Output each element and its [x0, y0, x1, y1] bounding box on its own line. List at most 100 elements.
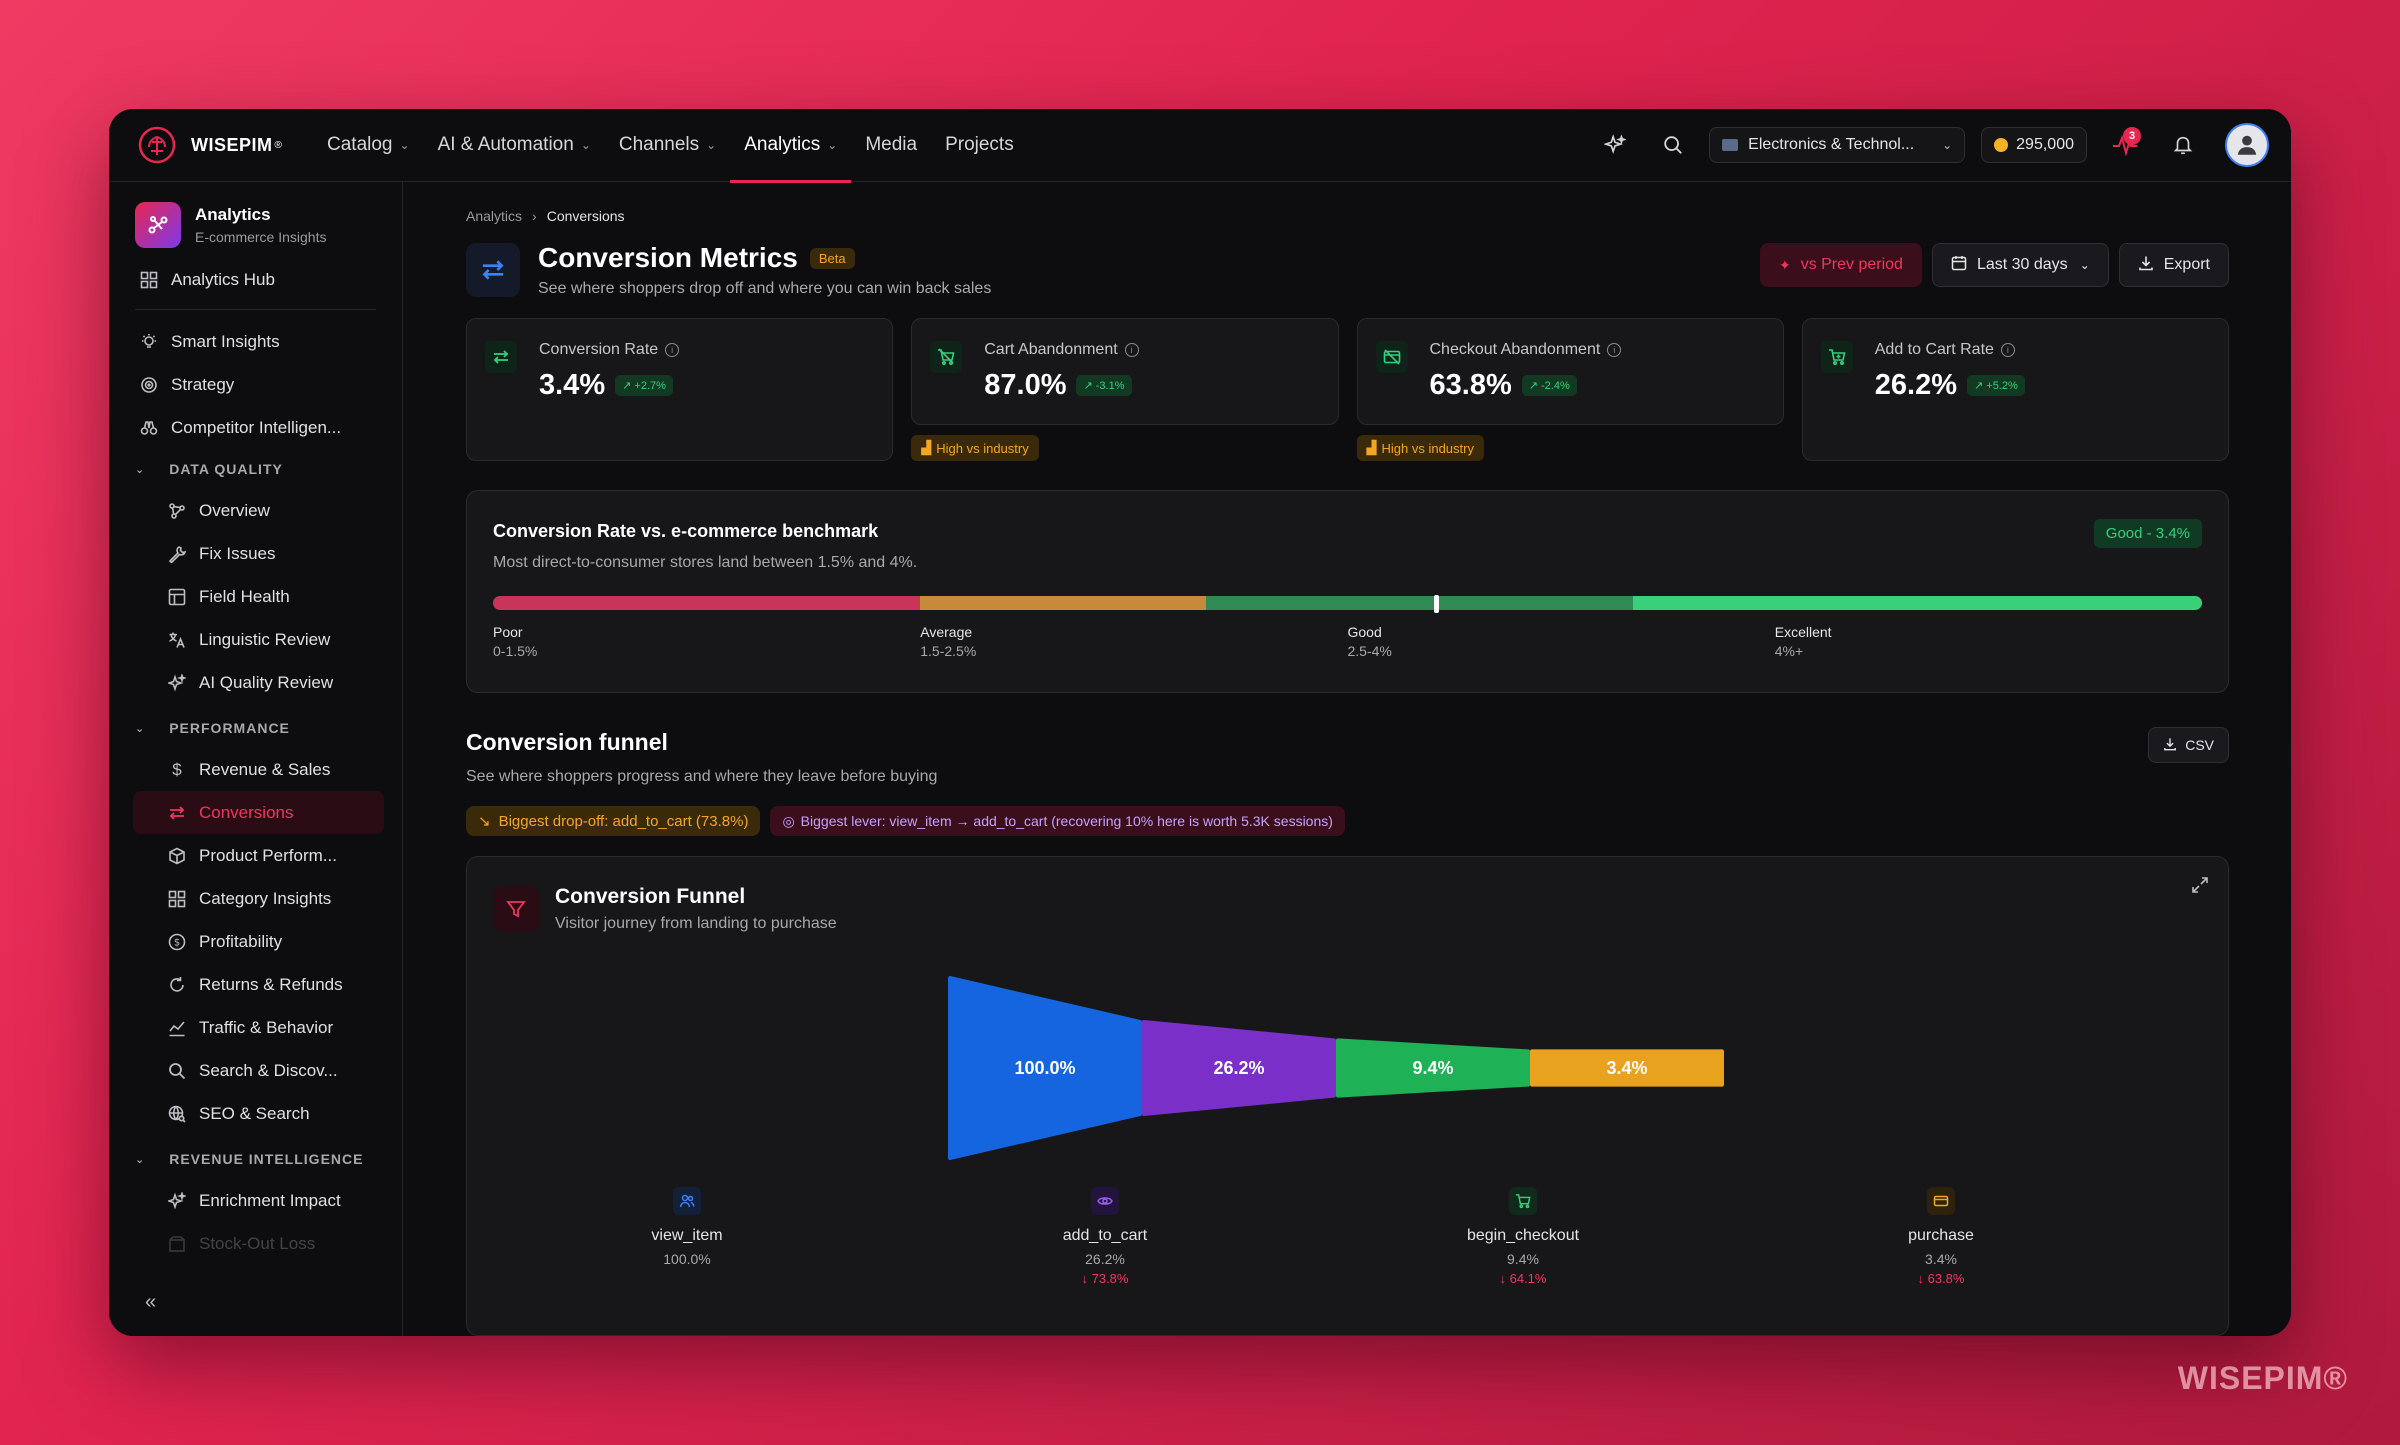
stage-drop: ↓ 73.8%	[1081, 1271, 1129, 1286]
sidebar-item-analytics-hub[interactable]: Analytics Hub	[109, 258, 402, 301]
kpi-card-checkout-abandonment[interactable]: Checkout Abandonment i 63.8% ↗ -2.4%	[1356, 318, 1784, 425]
globe-search-icon	[167, 1104, 187, 1124]
biggest-lever-chip: ◎ Biggest lever: view_item → add_to_cart …	[770, 806, 1345, 836]
section-title: Conversion funnel	[466, 729, 668, 755]
sidebar-item-search-discovery[interactable]: Search & Discov...	[109, 1049, 402, 1092]
section-label: REVENUE INTELLIGENCE	[169, 1151, 364, 1167]
chevron-down-icon: ⌄	[706, 138, 717, 152]
activity-button[interactable]: 3	[2105, 125, 2145, 165]
sparkles-icon[interactable]	[1595, 125, 1635, 165]
compare-prev-period-button[interactable]: ✦ vs Prev period	[1759, 243, 1922, 287]
sparkles-icon	[167, 1191, 187, 1211]
kpi-label: Checkout Abandonment	[1429, 341, 1601, 358]
download-icon	[2138, 255, 2154, 276]
sidebar-item-label: Analytics Hub	[171, 269, 275, 289]
breadcrumb-root[interactable]: Analytics	[466, 208, 522, 224]
benchmark-status-badge: Good - 3.4%	[2093, 519, 2202, 548]
refresh-icon	[167, 975, 187, 995]
eye-icon	[1091, 1187, 1119, 1215]
dollar-icon: $	[172, 759, 182, 779]
sidebar-item-revenue-sales[interactable]: $ Revenue & Sales	[109, 748, 402, 791]
kpi-card-cart-abandonment[interactable]: Cart Abandonment i 87.0% ↗ -3.1%	[911, 318, 1339, 425]
sidebar-item-field-health[interactable]: Field Health	[109, 575, 402, 618]
section-performance[interactable]: ⌄ PERFORMANCE	[109, 708, 402, 748]
nav-projects[interactable]: Projects	[931, 109, 1028, 182]
sidebar-item-smart-insights[interactable]: Smart Insights	[109, 320, 402, 363]
funnel-segment-label: 100.0%	[1014, 1058, 1075, 1078]
stage-drop: ↓ 64.1%	[1499, 1271, 1547, 1286]
sidebar-item-product-performance[interactable]: Product Perform...	[109, 834, 402, 877]
nav-catalog[interactable]: Catalog ⌄	[313, 109, 424, 182]
avatar[interactable]	[2225, 123, 2269, 167]
chevron-right-icon: ›	[532, 208, 537, 224]
info-icon[interactable]: i	[1607, 343, 1622, 357]
sidebar-item-stock-out-loss[interactable]: Stock-Out Loss	[109, 1222, 402, 1265]
bell-icon[interactable]	[2163, 125, 2203, 165]
users-icon	[673, 1187, 701, 1215]
stage-begin-checkout[interactable]: begin_checkout 9.4% ↓ 64.1%	[1423, 1187, 1623, 1286]
wrench-icon	[167, 544, 187, 564]
box-icon	[167, 846, 187, 866]
chevron-down-icon: ⌄	[135, 722, 146, 735]
main-content: Analytics › Conversions Conversion Metri…	[404, 182, 2291, 1336]
page-subtitle: See where shoppers drop off and where yo…	[538, 280, 992, 297]
sidebar-item-label: Product Perform...	[199, 845, 337, 865]
section-revenue-intelligence[interactable]: ⌄ REVENUE INTELLIGENCE	[109, 1139, 402, 1179]
sidebar-item-label: Strategy	[171, 374, 235, 394]
kpi-label: Conversion Rate	[539, 341, 659, 358]
nav-media[interactable]: Media	[851, 109, 931, 182]
csv-download-button[interactable]: CSV	[2148, 727, 2229, 763]
industry-warning-tag: ▟ High vs industry	[911, 435, 1039, 461]
activity-badge: 3	[2123, 127, 2141, 145]
nav-channels[interactable]: Channels ⌄	[605, 109, 730, 182]
info-icon[interactable]: i	[1124, 343, 1139, 357]
app-window: WISEPIM ® Catalog ⌄ AI & Automation ⌄ Chan…	[109, 109, 2291, 1336]
kpi-card-add-to-cart-rate[interactable]: Add to Cart Rate i 26.2% ↗ +5.2%	[1801, 318, 2229, 461]
sidebar-header: Analytics E-commerce Insights	[135, 202, 402, 248]
collapse-sidebar-button[interactable]: «	[145, 1291, 156, 1314]
sidebar-item-label: Search & Discov...	[199, 1060, 338, 1080]
chevron-down-icon: ⌄	[827, 138, 838, 152]
nav-ai-automation[interactable]: AI & Automation ⌄	[424, 109, 605, 182]
sidebar-item-overview[interactable]: Overview	[109, 489, 402, 532]
sidebar-item-fix-issues[interactable]: Fix Issues	[109, 532, 402, 575]
sidebar-item-conversions[interactable]: Conversions	[133, 791, 384, 834]
sidebar-item-label: Revenue & Sales	[199, 759, 331, 779]
kpi-label: Cart Abandonment	[984, 341, 1118, 358]
stage-name: add_to_cart	[1062, 1227, 1148, 1244]
sidebar-item-seo-search[interactable]: SEO & Search	[109, 1092, 402, 1135]
stage-purchase[interactable]: purchase 3.4% ↓ 63.8%	[1841, 1187, 2041, 1286]
sidebar-item-label: Category Insights	[199, 888, 332, 908]
sidebar-item-profitability[interactable]: $ Profitability	[109, 920, 402, 963]
sidebar-item-enrichment-impact[interactable]: Enrichment Impact	[109, 1179, 402, 1222]
funnel-segment-label: 3.4%	[1606, 1058, 1647, 1078]
sidebar-item-category-insights[interactable]: Category Insights	[109, 877, 402, 920]
kpi-value: 87.0%	[984, 369, 1067, 401]
translate-icon	[167, 630, 187, 650]
sidebar-item-competitor-intelligence[interactable]: Competitor Intelligen...	[109, 406, 402, 449]
kpi-card-conversion-rate[interactable]: Conversion Rate i 3.4% ↗ +2.7%	[466, 318, 894, 461]
sidebar-item-linguistic-review[interactable]: Linguistic Review	[109, 618, 402, 661]
chart-icon: ▟	[921, 440, 932, 455]
info-icon[interactable]: i	[2000, 343, 2015, 357]
logo[interactable]: WISEPIM ®	[137, 125, 313, 165]
arrows-swap-icon	[167, 803, 187, 823]
info-icon[interactable]: i	[665, 343, 680, 357]
sidebar-item-returns-refunds[interactable]: Returns & Refunds	[109, 963, 402, 1006]
sidebar-item-strategy[interactable]: Strategy	[109, 363, 402, 406]
industry-warning-tag: ▟ High vs industry	[1356, 435, 1484, 461]
sidebar-item-ai-quality-review[interactable]: AI Quality Review	[109, 661, 402, 704]
stage-add-to-cart[interactable]: add_to_cart 26.2% ↓ 73.8%	[1005, 1187, 1205, 1286]
search-icon	[167, 1061, 187, 1081]
nav-analytics[interactable]: Analytics ⌄	[730, 109, 852, 183]
section-data-quality[interactable]: ⌄ DATA QUALITY	[109, 449, 402, 489]
credits-balance[interactable]: 295,000	[1981, 127, 2087, 163]
workspace-selector[interactable]: Electronics & Technol... ⌄	[1709, 127, 1966, 163]
sidebar-item-traffic-behavior[interactable]: Traffic & Behavior	[109, 1006, 402, 1049]
export-button[interactable]: Export	[2118, 243, 2229, 287]
search-icon[interactable]	[1653, 125, 1693, 165]
analytics-icon	[135, 202, 181, 248]
chart-icon: ▟	[1366, 440, 1377, 455]
stage-view-item[interactable]: view_item 100.0%	[587, 1187, 787, 1267]
date-range-button[interactable]: Last 30 days ⌄	[1931, 243, 2109, 287]
